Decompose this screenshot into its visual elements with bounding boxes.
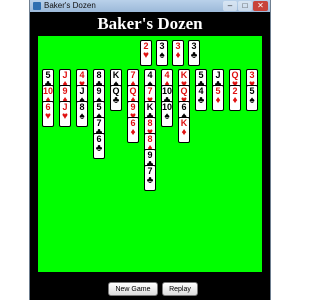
window-title: Baker's Dozen [44,1,96,10]
tableau-card[interactable]: 4 ♣ [195,85,207,111]
card-suit-icon: ♥ [143,50,149,61]
tableau-card[interactable]: 2 ♦ [229,85,241,111]
card-suit-icon: ♦ [215,95,221,106]
tableau-card[interactable]: J ♥ [59,101,71,127]
foundation-card[interactable]: 2 ♥ [140,40,152,66]
card-suit-icon: ♣ [190,50,198,61]
card-suit-icon: ♣ [146,175,154,186]
tableau-card[interactable]: 5 ♦ [212,85,224,111]
tableau-card[interactable]: 10 ♠ [161,101,173,127]
card-suit-icon: ♠ [159,50,165,61]
tableau-card[interactable]: 6 ♦ [127,117,139,143]
card-suit-icon: ♦ [175,50,181,61]
card-table: 2♥3♠3♦3♣ 5♣10♦6♥J♦9♦J♥4♥J♠8♠8♣9♠5♠7♣6♣K♠… [38,36,262,272]
window-titlebar[interactable]: Baker's Dozen – □ ✕ [30,0,270,12]
card-suit-icon: ♥ [45,111,51,122]
new-game-button[interactable]: New Game [108,282,158,296]
tableau-card[interactable]: Q ♣ [110,85,122,111]
maximize-icon[interactable]: □ [238,1,252,11]
minimize-icon[interactable]: – [223,1,237,11]
tableau-card[interactable]: 8 ♠ [76,101,88,127]
card-suit-icon: ♣ [112,95,120,106]
tableau-card[interactable]: 7♣ [144,165,156,191]
tableau-card[interactable]: 6 ♥ [42,101,54,127]
card-suit-icon: ♣ [95,143,103,154]
tableau-card[interactable]: K ♦ [178,117,190,143]
app-icon [33,2,41,10]
foundation-card[interactable]: 3 ♦ [172,40,184,66]
card-suit-icon: ♠ [164,111,170,122]
card-suit-icon: ♥ [62,111,68,122]
card-suit-icon: ♦ [130,127,136,138]
header-bar: Baker's Dozen [30,12,270,36]
close-icon[interactable]: ✕ [253,1,268,11]
button-bar: New Game Replay [30,272,270,300]
card-suit-icon: ♦ [232,95,238,106]
card-suit-icon: ♠ [249,95,255,106]
tableau-card[interactable]: 5♠ [246,85,258,111]
tableau-card[interactable]: 6 ♣ [93,133,105,159]
card-suit-icon: ♣ [197,95,205,106]
game-window: Baker's Dozen – □ ✕ Baker's Dozen 2 ♥ 3 ♠ 3 ♦… [30,0,270,300]
foundation-card[interactable]: 3 ♣ [188,40,200,66]
replay-button[interactable]: Replay [162,282,198,296]
foundation-card[interactable]: 3 ♠ [156,40,168,66]
card-suit-icon: ♠ [79,111,85,122]
game-title: Baker's Dozen [97,14,203,33]
card-suit-icon: ♦ [181,127,187,138]
